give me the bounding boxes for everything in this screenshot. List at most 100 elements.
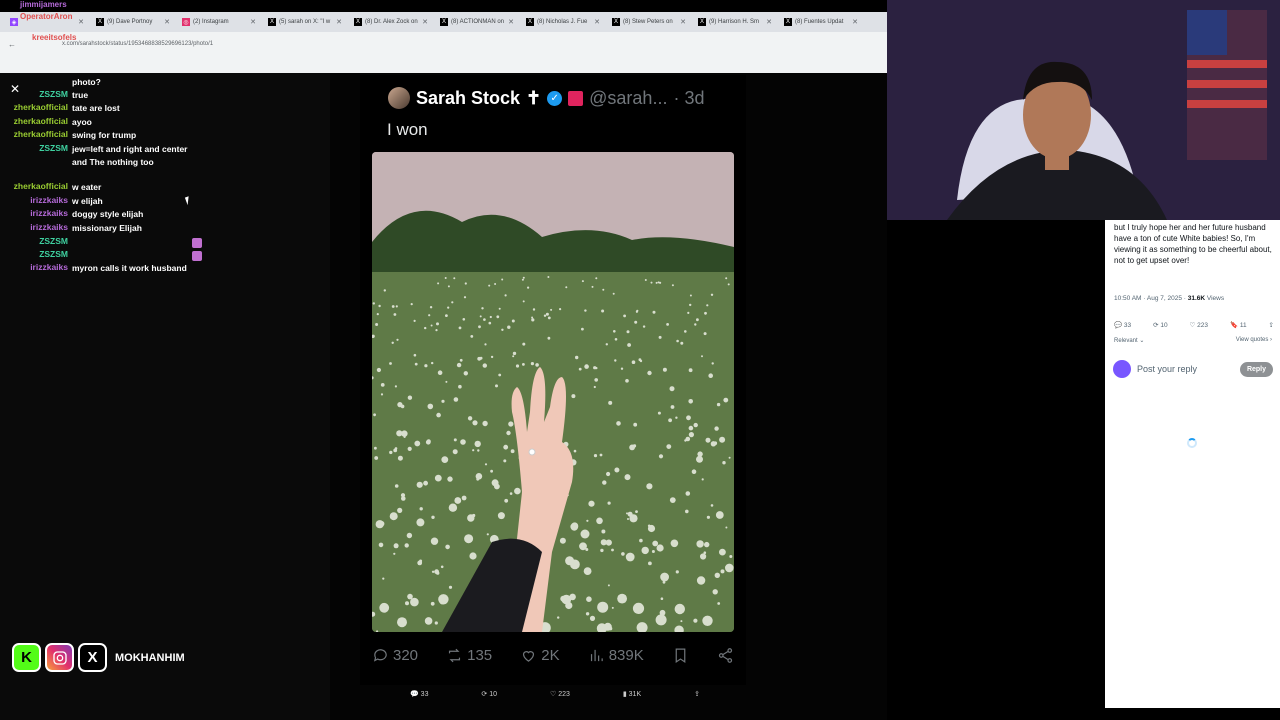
reply-icon bbox=[373, 649, 387, 662]
detail-share-icon[interactable]: ⇪ bbox=[1269, 321, 1274, 329]
chat-username[interactable]: irizzkaiks bbox=[0, 222, 72, 235]
detail-reply-button[interactable]: 💬 33 bbox=[1114, 321, 1131, 329]
social-handles: K X MOKHANHIM bbox=[12, 643, 185, 672]
webcam-feed bbox=[887, 0, 1280, 220]
close-icon[interactable]: ✕ bbox=[10, 82, 20, 96]
detail-bookmark-count: 11 bbox=[1239, 322, 1247, 329]
views-button[interactable]: 839K bbox=[588, 647, 644, 664]
field-photo-image bbox=[372, 152, 734, 632]
browser-tab-label: (8) Dr. Alex Zock on bbox=[365, 19, 418, 25]
affiliate-badge-icon bbox=[568, 90, 584, 106]
tweet-header: Sarah Stock ✝ ✓ @sarah... · 3d bbox=[388, 87, 704, 109]
chat-username[interactable]: zherkaofficial bbox=[0, 129, 72, 142]
x-icon: X bbox=[354, 18, 362, 26]
chat-username[interactable]: ZSZSM bbox=[0, 249, 72, 261]
chat-username[interactable]: irizzkaiks bbox=[0, 195, 72, 208]
reply-input[interactable]: Post your reply bbox=[1137, 364, 1197, 374]
close-icon[interactable]: ✕ bbox=[680, 18, 686, 26]
browser-tab[interactable]: X (8) Nicholas J. Fue ✕ bbox=[522, 14, 604, 30]
chat-text: jew=left and right and center and The no… bbox=[72, 144, 188, 167]
chat-username[interactable]: ZSZSM bbox=[0, 143, 72, 169]
chat-text bbox=[72, 249, 192, 261]
close-icon[interactable]: ✕ bbox=[852, 18, 858, 26]
author-handle[interactable]: @sarah... bbox=[589, 88, 667, 109]
browser-tab-label: (8) Stew Peters on bbox=[623, 19, 673, 25]
detail-bookmark-button[interactable]: 🔖 11 bbox=[1230, 321, 1247, 329]
reply-composer: Post your reply Reply bbox=[1113, 360, 1273, 378]
sort-relevant-dropdown[interactable]: Relevant ⌄ bbox=[1114, 337, 1144, 344]
chat-text: w elijah bbox=[72, 196, 103, 206]
view-quotes-link[interactable]: View quotes › bbox=[1236, 337, 1272, 343]
chat-message: ZSZSM true bbox=[0, 89, 330, 102]
verified-icon: ✓ bbox=[547, 90, 563, 106]
bookmark-icon bbox=[675, 648, 686, 664]
browser-tab-label: (8) Nicholas J. Fue bbox=[537, 19, 588, 25]
tweet-views-count: 31.6K bbox=[1187, 295, 1206, 302]
chat-text: doggy style elijah bbox=[72, 209, 144, 219]
tweet-actions: 320 135 2K 839K bbox=[372, 647, 734, 664]
x-icon: X bbox=[612, 18, 620, 26]
share-button[interactable] bbox=[717, 647, 734, 664]
bottom-reply[interactable]: 💬 33 bbox=[410, 690, 428, 698]
author-name[interactable]: Sarah Stock bbox=[416, 88, 520, 109]
chat-username[interactable]: irizzkaiks bbox=[0, 208, 72, 221]
chat-username[interactable]: irizzkaiks bbox=[0, 262, 72, 275]
browser-tab-label: (8) Fuentes Updat bbox=[795, 19, 844, 25]
chat-text: myron calls it work husband bbox=[72, 263, 187, 273]
views-icon bbox=[590, 649, 603, 662]
chat-username[interactable]: ZSZSM bbox=[0, 236, 72, 248]
tweet-timestamp[interactable]: 10:50 AM · Aug 7, 2025 · bbox=[1114, 295, 1188, 302]
loading-spinner-icon bbox=[1187, 438, 1197, 448]
like-count: 2K bbox=[541, 647, 560, 664]
browser-tab[interactable]: X (9) Harrison H. Sm ✕ bbox=[694, 14, 776, 30]
detail-like-button[interactable]: ♡ 223 bbox=[1190, 321, 1209, 329]
close-icon[interactable]: ✕ bbox=[766, 18, 772, 26]
reply-submit-button[interactable]: Reply bbox=[1239, 361, 1273, 377]
bottom-retweet[interactable]: ⟳ 10 bbox=[481, 690, 497, 698]
chat-message: irizzkaiks myron calls it work husband bbox=[0, 262, 330, 275]
chat-message: zherkaofficial ayoo bbox=[0, 116, 330, 129]
x-icon: X bbox=[526, 18, 534, 26]
browser-tab[interactable]: X (8) ACTIONMAN on ✕ bbox=[436, 14, 518, 30]
bottom-like-count: 223 bbox=[558, 691, 570, 698]
close-icon[interactable]: ✕ bbox=[422, 18, 428, 26]
close-icon[interactable]: ✕ bbox=[508, 18, 514, 26]
chat-message: photo? bbox=[0, 76, 330, 89]
browser-tab[interactable]: X (8) Stew Peters on ✕ bbox=[608, 14, 690, 30]
tweet-photo[interactable] bbox=[372, 152, 734, 632]
tweet-detail-panel: but I truly hope her and her future husb… bbox=[1105, 220, 1280, 708]
browser-tab[interactable]: X (8) Dr. Alex Zock on ✕ bbox=[350, 14, 432, 30]
chat-message: irizzkaiks doggy style elijah bbox=[0, 208, 330, 221]
bookmark-button[interactable] bbox=[672, 647, 689, 664]
bottom-share-icon[interactable]: ⇪ bbox=[694, 690, 700, 698]
cross-icon: ✝ bbox=[526, 87, 542, 108]
x-logo-icon: X bbox=[78, 643, 107, 672]
streamer-handle: MOKHANHIM bbox=[115, 651, 185, 664]
detail-retweet-button[interactable]: ⟳ 10 bbox=[1153, 321, 1168, 329]
chat-username[interactable]: zherkaofficial bbox=[0, 181, 72, 194]
emote-icon bbox=[192, 251, 202, 261]
retweet-button[interactable]: 135 bbox=[446, 647, 492, 664]
bottom-views[interactable]: ▮ 31K bbox=[623, 690, 641, 698]
bottom-like[interactable]: ♡ 223 bbox=[550, 690, 570, 698]
chat-username[interactable]: zherkaofficial bbox=[0, 116, 72, 129]
tweet-text: I won bbox=[387, 120, 428, 139]
like-button[interactable]: 2K bbox=[520, 647, 560, 664]
browser-tab-label: (8) ACTIONMAN on bbox=[451, 19, 505, 25]
sort-label: Relevant bbox=[1114, 338, 1138, 344]
browser-tab-label: (9) Harrison H. Sm bbox=[709, 19, 760, 25]
close-icon[interactable]: ✕ bbox=[594, 18, 600, 26]
chat-message: zherkaofficial swing for trump bbox=[0, 129, 330, 142]
reply-button[interactable]: 320 bbox=[372, 647, 418, 664]
views-count: 839K bbox=[608, 647, 644, 664]
avatar[interactable] bbox=[388, 87, 410, 109]
chat-message: zherkaofficial tate are lost bbox=[0, 102, 330, 115]
stream-chat: photo? ZSZSM true zherkaofficial tate are lo… bbox=[0, 0, 330, 720]
chat-text: swing for trump bbox=[72, 130, 137, 140]
tweet-time[interactable]: · 3d bbox=[673, 88, 704, 109]
chat-username[interactable]: zherkaofficial bbox=[0, 102, 72, 115]
chat-message: ZSZSM bbox=[0, 236, 330, 248]
close-icon[interactable]: ✕ bbox=[336, 18, 342, 26]
tweet-meta: 10:50 AM · Aug 7, 2025 · 31.6K Views bbox=[1114, 295, 1224, 302]
browser-tab[interactable]: X (8) Fuentes Updat ✕ bbox=[780, 14, 862, 30]
